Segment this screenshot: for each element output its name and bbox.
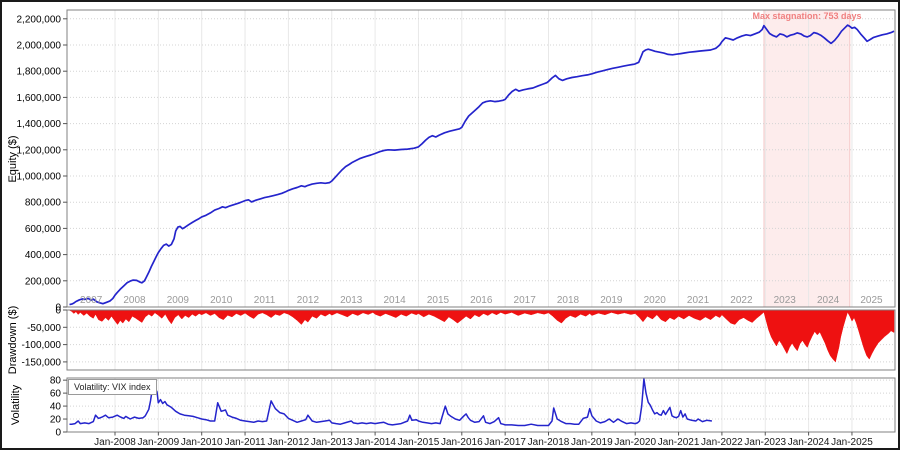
- y-tick-label: 1,000,000: [17, 172, 62, 183]
- y-tick-label: 600,000: [25, 224, 62, 235]
- y-tick-label: 200,000: [25, 276, 62, 287]
- x-tick-label: Jan-2011: [225, 437, 266, 448]
- x-tick-label: Jan-2017: [484, 437, 526, 448]
- x-tick-label: Jan-2012: [268, 437, 310, 448]
- y-tick-label: 800,000: [25, 198, 62, 209]
- y-tick-label: 1,800,000: [17, 67, 62, 78]
- inner-year-label: 2009: [167, 295, 190, 306]
- x-tick-label: Jan-2023: [744, 437, 786, 448]
- inner-year-label: 2007: [80, 295, 103, 306]
- x-tick-label: Jan-2008: [94, 437, 136, 448]
- x-tick-label: Jan-2025: [831, 437, 873, 448]
- inner-year-label: 2025: [860, 295, 883, 306]
- y-tick-label: 2,000,000: [17, 41, 62, 52]
- volatility-legend: Volatility: VIX index: [68, 379, 157, 395]
- inner-year-label: 2013: [340, 295, 363, 306]
- drawdown-panel: 0 -50,000 -100,000 -150,000: [22, 306, 895, 371]
- y-tick-label: 0: [55, 428, 61, 439]
- y-tick-label: 40: [50, 402, 62, 413]
- inner-year-label: 2017: [514, 295, 537, 306]
- x-tick-label: Jan-2018: [528, 437, 570, 448]
- stagnation-band: [764, 10, 850, 307]
- volatility-axis-title: Volatility: [10, 385, 22, 425]
- x-tick-label: Jan-2010: [181, 437, 223, 448]
- y-tick-label: -50,000: [27, 323, 61, 334]
- y-tick-label: 400,000: [25, 250, 62, 261]
- y-tick-label: 60: [50, 389, 62, 400]
- inner-year-label: 2023: [774, 295, 797, 306]
- x-tick-label: Jan-2022: [701, 437, 743, 448]
- inner-year-label: 2016: [470, 295, 493, 306]
- inner-year-label: 2012: [297, 295, 320, 306]
- y-tick-label: 80: [50, 376, 62, 387]
- x-tick-label: Jan-2013: [311, 437, 353, 448]
- inner-year-label: 2014: [383, 295, 406, 306]
- x-tick-label: Jan-2009: [137, 437, 179, 448]
- y-tick-label: 20: [50, 415, 62, 426]
- inner-year-label: 2008: [123, 295, 146, 306]
- inner-year-label: 2015: [427, 295, 450, 306]
- backtest-report-chart: 2007 2008 2009 2010 2011 2012 2013 2014 2015 2016…: [0, 0, 900, 450]
- inner-year-label: 2024: [817, 295, 840, 306]
- inner-year-label: 2020: [644, 295, 667, 306]
- y-tick-label: 1,400,000: [17, 119, 62, 130]
- x-tick-label: Jan-2021: [658, 437, 700, 448]
- stagnation-label: Max stagnation: 753 days: [752, 11, 861, 21]
- equity-panel: 2007 2008 2009 2010 2011 2012 2013 2014 2015 2016…: [17, 10, 896, 314]
- bottom-time-axis: Jan-2008Jan-2009Jan-2010Jan-2011Jan-2012…: [94, 432, 873, 448]
- drawdown-axis-title: Drawdown ($): [7, 306, 19, 374]
- y-tick-label: -100,000: [22, 340, 62, 351]
- x-tick-label: Jan-2015: [398, 437, 440, 448]
- y-tick-label: 0: [55, 306, 61, 317]
- x-tick-label: Jan-2016: [441, 437, 483, 448]
- y-tick-label: 2,200,000: [17, 14, 62, 25]
- equity-axis-title: Equity ($): [7, 135, 19, 182]
- volatility-panel-border: [67, 378, 895, 432]
- inner-year-label: 2021: [687, 295, 710, 306]
- y-tick-label: 1,600,000: [17, 93, 62, 104]
- x-tick-label: Jan-2019: [571, 437, 613, 448]
- y-tick-label: 1,200,000: [17, 145, 62, 156]
- volatility-panel: 0 20 40 60 80: [50, 376, 895, 439]
- inner-year-label: 2010: [210, 295, 233, 306]
- inner-year-label: 2019: [600, 295, 623, 306]
- inner-year-label: 2011: [254, 295, 276, 306]
- x-tick-label: Jan-2020: [614, 437, 656, 448]
- drawdown-area-series: [70, 310, 895, 362]
- vix-line-series: [70, 379, 712, 426]
- y-tick-label: -150,000: [22, 357, 62, 368]
- inner-year-label: 2018: [557, 295, 580, 306]
- x-tick-label: Jan-2014: [354, 437, 396, 448]
- inner-year-label: 2022: [730, 295, 753, 306]
- x-tick-label: Jan-2024: [788, 437, 830, 448]
